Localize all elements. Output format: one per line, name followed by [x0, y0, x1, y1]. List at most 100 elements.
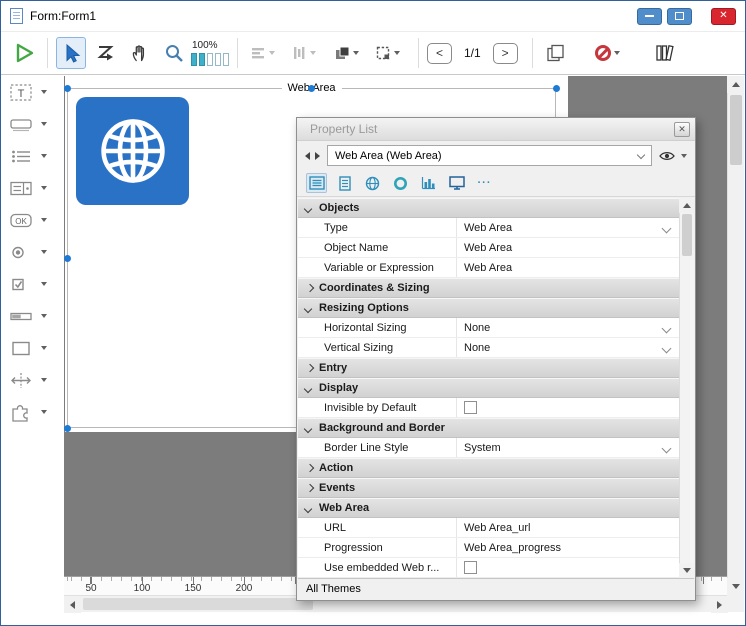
- grid-icon: [375, 45, 391, 61]
- align-objects-dropdown[interactable]: [246, 37, 279, 69]
- plugin-tool-button[interactable]: [2, 396, 64, 428]
- window-titlebar[interactable]: Form:Form1 ✕: [1, 1, 745, 31]
- section-events[interactable]: Events: [298, 478, 679, 498]
- selection-handle[interactable]: [308, 85, 315, 92]
- object-name-field[interactable]: Web Area: [456, 238, 679, 257]
- toolbar-separator: [237, 38, 238, 68]
- chevron-down-icon: [304, 425, 312, 433]
- theme-tab-display[interactable]: [446, 173, 467, 193]
- theme-tabs: ···: [297, 170, 695, 197]
- object-library-button[interactable]: [650, 37, 680, 69]
- horizontal-sizing-select[interactable]: None: [456, 318, 679, 337]
- section-display[interactable]: Display: [298, 378, 679, 398]
- previous-page-button[interactable]: <: [427, 43, 452, 64]
- form-pages-button[interactable]: [541, 37, 569, 69]
- theme-tab-page[interactable]: [334, 173, 355, 193]
- section-label: Action: [319, 462, 353, 474]
- selection-handle[interactable]: [64, 255, 71, 262]
- object-selector-dropdown[interactable]: Web Area (Web Area): [327, 145, 652, 166]
- text-tool-icon: T: [9, 82, 33, 102]
- previous-page-icon: <: [436, 46, 443, 60]
- property-list-titlebar[interactable]: Property List ✕: [297, 118, 695, 141]
- indicator-tool-icon: [9, 306, 33, 326]
- row-object-name: Object Name Web Area: [298, 238, 679, 258]
- splitter-tool-button[interactable]: [2, 364, 64, 396]
- web-area-globe-icon[interactable]: [76, 97, 189, 205]
- property-list-title: Property List: [310, 122, 377, 136]
- checkbox-tool-button[interactable]: [2, 268, 64, 300]
- text-tool-button[interactable]: T: [2, 76, 64, 108]
- chevron-down-icon: [41, 282, 47, 286]
- property-list-close-button[interactable]: ✕: [674, 122, 690, 137]
- next-object-button[interactable]: [315, 152, 320, 160]
- section-entry[interactable]: Entry: [298, 358, 679, 378]
- use-embedded-web-checkbox[interactable]: [464, 561, 477, 574]
- scroll-up-button[interactable]: [727, 76, 744, 93]
- progression-field[interactable]: Web Area_progress: [456, 538, 679, 557]
- zoom-tool-button[interactable]: [160, 37, 188, 69]
- section-coordinates-sizing[interactable]: Coordinates & Sizing: [298, 278, 679, 298]
- hand-tool-button[interactable]: [126, 37, 154, 69]
- chevron-down-icon: [41, 90, 47, 94]
- selection-handle[interactable]: [64, 425, 71, 432]
- rectangle-tool-button[interactable]: [2, 332, 64, 364]
- next-page-button[interactable]: >: [493, 43, 518, 64]
- view-options-button[interactable]: [659, 150, 687, 162]
- minimize-button[interactable]: [637, 8, 662, 25]
- red-circle-dropdown[interactable]: [591, 37, 624, 69]
- form-document-icon: [10, 8, 23, 24]
- theme-tab-list[interactable]: [306, 173, 327, 193]
- section-objects[interactable]: Objects: [298, 198, 679, 218]
- selection-handle[interactable]: [553, 85, 560, 92]
- theme-tab-more[interactable]: ···: [474, 173, 495, 193]
- invisible-by-default-checkbox[interactable]: [464, 401, 477, 414]
- list-box-tool-button[interactable]: [2, 140, 64, 172]
- scroll-down-button[interactable]: [727, 578, 744, 595]
- button-tool-button[interactable]: OK: [2, 204, 64, 236]
- field-tool-button[interactable]: [2, 172, 64, 204]
- section-background-border[interactable]: Background and Border: [298, 418, 679, 438]
- distribute-objects-dropdown[interactable]: [287, 37, 320, 69]
- section-label: Resizing Options: [319, 302, 409, 314]
- type-select[interactable]: Web Area: [456, 218, 679, 237]
- indicator-tool-button[interactable]: [2, 300, 64, 332]
- vertical-sizing-select[interactable]: None: [456, 338, 679, 357]
- row-invisible-by-default: Invisible by Default: [298, 398, 679, 418]
- border-line-style-select[interactable]: System: [456, 438, 679, 457]
- library-books-icon: [654, 43, 676, 63]
- arrow-up-icon: [732, 82, 740, 87]
- level-objects-dropdown[interactable]: [330, 37, 363, 69]
- theme-tab-web[interactable]: [362, 173, 383, 193]
- previous-object-button[interactable]: [305, 152, 310, 160]
- radio-button-tool-button[interactable]: [2, 236, 64, 268]
- section-web-area[interactable]: Web Area: [298, 498, 679, 518]
- section-action[interactable]: Action: [298, 458, 679, 478]
- maximize-icon: [675, 12, 684, 20]
- vertical-scroll-thumb[interactable]: [730, 95, 742, 165]
- entry-order-tool-button[interactable]: [92, 37, 120, 69]
- section-resizing-options[interactable]: Resizing Options: [298, 298, 679, 318]
- close-button[interactable]: ✕: [711, 8, 736, 25]
- scroll-down-button[interactable]: [679, 563, 694, 578]
- property-list-footer: All Themes: [298, 578, 694, 599]
- run-form-button[interactable]: [9, 37, 39, 69]
- pointer-tool-button[interactable]: [56, 37, 86, 69]
- scroll-right-button[interactable]: [711, 596, 728, 613]
- theme-tab-appearance[interactable]: [390, 173, 411, 193]
- url-field[interactable]: Web Area_url: [456, 518, 679, 537]
- input-tool-button[interactable]: [2, 108, 64, 140]
- selection-handle[interactable]: [64, 85, 71, 92]
- theme-tab-chart[interactable]: [418, 173, 439, 193]
- maximize-button[interactable]: [667, 8, 692, 25]
- zoom-slider[interactable]: 100%: [191, 40, 229, 66]
- ruler-label: 100: [134, 583, 151, 594]
- property-scroll-thumb[interactable]: [682, 214, 692, 256]
- horizontal-scroll-thumb[interactable]: [83, 598, 313, 610]
- duplicate-grid-dropdown[interactable]: [371, 37, 404, 69]
- variable-expression-field[interactable]: Web Area: [456, 258, 679, 277]
- zoom-bars: [191, 53, 229, 66]
- scroll-left-button[interactable]: [64, 596, 81, 613]
- scroll-up-button[interactable]: [679, 198, 694, 213]
- arrow-up-icon: [683, 203, 691, 208]
- chevron-down-icon: [41, 122, 47, 126]
